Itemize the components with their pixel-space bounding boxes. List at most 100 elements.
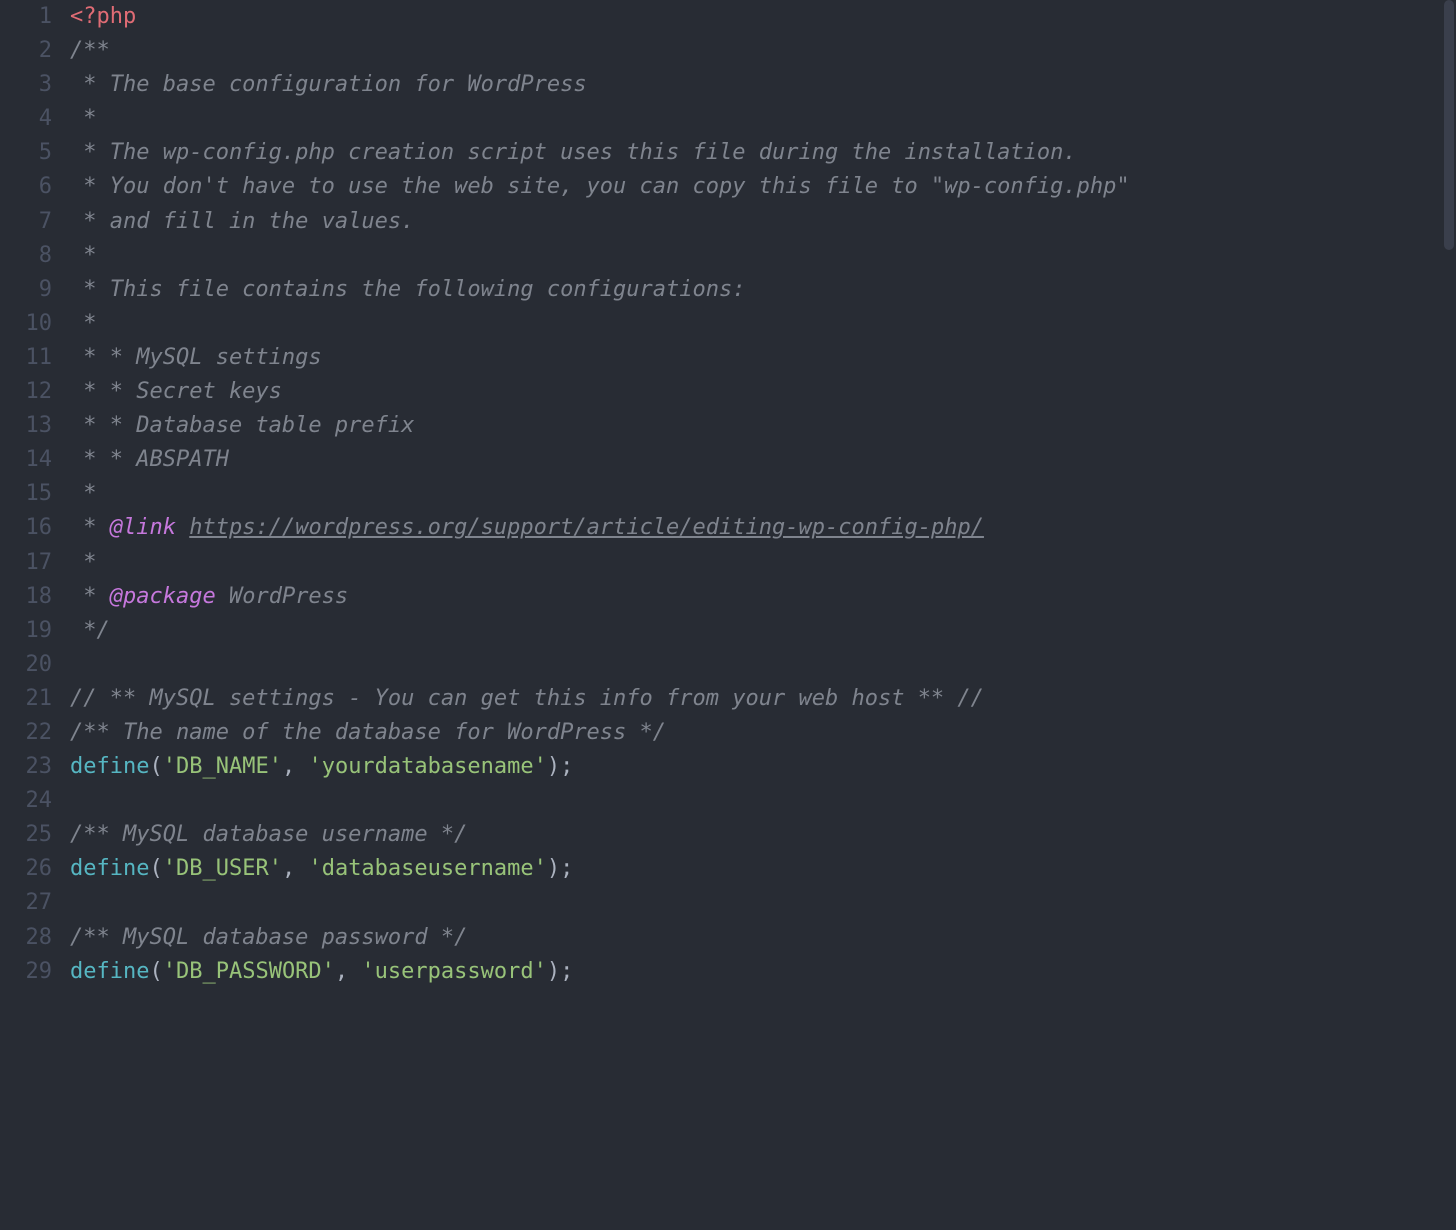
code-token: * * MySQL settings xyxy=(70,345,322,370)
code-token: 'yourdatabasename' xyxy=(308,754,546,779)
code-token: define xyxy=(70,959,149,984)
line-number: 24 xyxy=(0,784,52,818)
code-line[interactable]: * You don't have to use the web site, yo… xyxy=(70,170,1456,204)
line-number: 23 xyxy=(0,750,52,784)
code-token: 'DB_USER' xyxy=(163,856,282,881)
line-number: 26 xyxy=(0,852,52,886)
line-number: 22 xyxy=(0,716,52,750)
code-token: 'databaseusername' xyxy=(308,856,546,881)
code-line[interactable] xyxy=(70,886,1456,920)
code-line[interactable]: * xyxy=(70,102,1456,136)
code-line[interactable]: define('DB_PASSWORD', 'userpassword'); xyxy=(70,955,1456,989)
line-number: 28 xyxy=(0,921,52,955)
code-line[interactable]: * xyxy=(70,307,1456,341)
code-token: * * Secret keys xyxy=(70,379,282,404)
code-token: 'DB_NAME' xyxy=(163,754,282,779)
code-token: @package xyxy=(110,584,216,609)
code-token: // ** MySQL settings - You can get this … xyxy=(70,686,984,711)
code-line[interactable]: * @link https://wordpress.org/support/ar… xyxy=(70,511,1456,545)
code-token: * * Database table prefix xyxy=(70,413,414,438)
code-line[interactable]: * * ABSPATH xyxy=(70,443,1456,477)
code-line[interactable]: define('DB_NAME', 'yourdatabasename'); xyxy=(70,750,1456,784)
line-number: 19 xyxy=(0,614,52,648)
code-line[interactable]: * The base configuration for WordPress xyxy=(70,68,1456,102)
line-number: 18 xyxy=(0,580,52,614)
line-number: 9 xyxy=(0,273,52,307)
code-token: ( xyxy=(149,959,162,984)
code-token: define xyxy=(70,754,149,779)
line-number: 27 xyxy=(0,886,52,920)
line-number: 29 xyxy=(0,955,52,989)
code-line[interactable] xyxy=(70,648,1456,682)
code-token: <?php xyxy=(70,4,136,29)
code-content[interactable]: <?php /** * The base configuration for Wo… xyxy=(70,0,1456,1230)
code-token: @link xyxy=(110,515,176,540)
line-number-gutter: 1234567891011121314151617181920212223242… xyxy=(0,0,70,1230)
code-line[interactable]: */ xyxy=(70,614,1456,648)
code-line[interactable]: * and fill in the values. xyxy=(70,205,1456,239)
code-line[interactable]: define('DB_USER', 'databaseusername'); xyxy=(70,852,1456,886)
code-line[interactable]: <?php xyxy=(70,0,1456,34)
code-token: ( xyxy=(149,856,162,881)
code-line[interactable] xyxy=(70,784,1456,818)
code-token: /** The name of the database for WordPre… xyxy=(70,720,666,745)
code-line[interactable]: /** MySQL database password */ xyxy=(70,921,1456,955)
code-line[interactable]: * * Secret keys xyxy=(70,375,1456,409)
line-number: 2 xyxy=(0,34,52,68)
code-editor[interactable]: 1234567891011121314151617181920212223242… xyxy=(0,0,1456,1230)
code-line[interactable]: * * MySQL settings xyxy=(70,341,1456,375)
code-token: * This file contains the following confi… xyxy=(70,277,746,302)
code-line[interactable]: * xyxy=(70,546,1456,580)
code-token: , xyxy=(335,959,362,984)
code-token: * xyxy=(70,515,110,540)
code-token: ); xyxy=(547,856,574,881)
line-number: 3 xyxy=(0,68,52,102)
code-token: , xyxy=(282,856,309,881)
code-line[interactable]: /** xyxy=(70,34,1456,68)
code-token: * The wp-config.php creation script uses… xyxy=(70,140,1077,165)
code-token: /** MySQL database password */ xyxy=(70,925,467,950)
line-number: 5 xyxy=(0,136,52,170)
code-line[interactable]: * @package WordPress xyxy=(70,580,1456,614)
line-number: 1 xyxy=(0,0,52,34)
code-token: https://wordpress.org/support/article/ed… xyxy=(189,515,984,540)
code-token: * xyxy=(70,243,97,268)
line-number: 12 xyxy=(0,375,52,409)
scrollbar-thumb[interactable] xyxy=(1444,0,1454,250)
line-number: 10 xyxy=(0,307,52,341)
vertical-scrollbar[interactable] xyxy=(1442,0,1456,1230)
code-line[interactable]: * The wp-config.php creation script uses… xyxy=(70,136,1456,170)
code-line[interactable]: * * Database table prefix xyxy=(70,409,1456,443)
code-line[interactable]: * This file contains the following confi… xyxy=(70,273,1456,307)
line-number: 17 xyxy=(0,546,52,580)
code-line[interactable]: /** The name of the database for WordPre… xyxy=(70,716,1456,750)
code-token: ); xyxy=(547,754,574,779)
line-number: 7 xyxy=(0,205,52,239)
line-number: 15 xyxy=(0,477,52,511)
code-token: ( xyxy=(149,754,162,779)
code-line[interactable]: * xyxy=(70,477,1456,511)
line-number: 16 xyxy=(0,511,52,545)
code-line[interactable]: * xyxy=(70,239,1456,273)
code-token: 'DB_PASSWORD' xyxy=(163,959,335,984)
line-number: 14 xyxy=(0,443,52,477)
code-token: * xyxy=(70,311,97,336)
line-number: 13 xyxy=(0,409,52,443)
code-token: /** xyxy=(70,38,110,63)
code-token: * xyxy=(70,481,97,506)
code-token: * * ABSPATH xyxy=(70,447,229,472)
line-number: 21 xyxy=(0,682,52,716)
line-number: 11 xyxy=(0,341,52,375)
code-token xyxy=(176,515,189,540)
code-token: * xyxy=(70,550,97,575)
code-token: * and fill in the values. xyxy=(70,209,414,234)
code-token: WordPress xyxy=(216,584,348,609)
code-line[interactable]: // ** MySQL settings - You can get this … xyxy=(70,682,1456,716)
code-token: * The base configuration for WordPress xyxy=(70,72,587,97)
code-token: 'userpassword' xyxy=(361,959,546,984)
code-line[interactable]: /** MySQL database username */ xyxy=(70,818,1456,852)
code-token: * You don't have to use the web site, yo… xyxy=(70,174,1130,199)
code-token: */ xyxy=(70,618,110,643)
line-number: 20 xyxy=(0,648,52,682)
code-token: ); xyxy=(547,959,574,984)
